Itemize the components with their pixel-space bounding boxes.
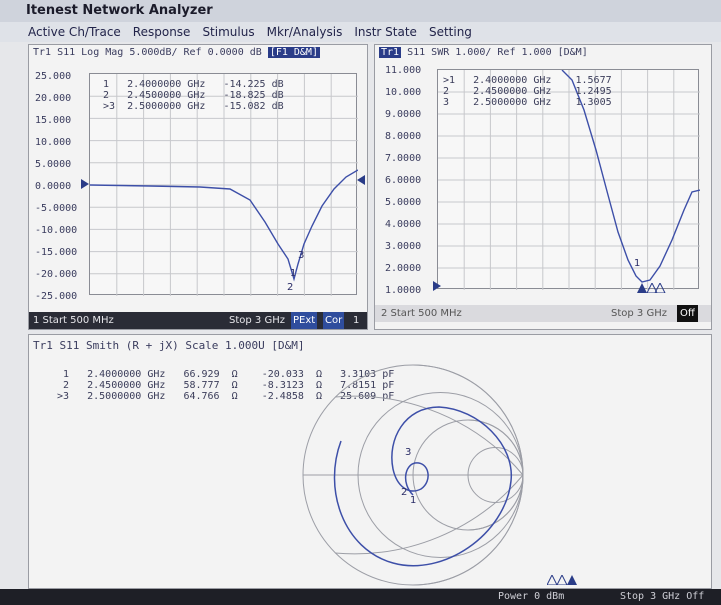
swr-marker-row: >1 2.4000000 GHz 1.5677 (443, 75, 612, 86)
swr-stop: Stop 3 GHz (611, 308, 667, 319)
swr-ref-arrow-icon (433, 281, 441, 291)
menu-setting[interactable]: Setting (429, 22, 472, 42)
logmag-footer: 1 Start 500 MHz Stop 3 GHz PExt Cor 1 (29, 312, 367, 329)
swr-y-label: 5.0000 (385, 197, 422, 208)
swr-y-label: 4.0000 (385, 219, 422, 230)
ref-arrow-right-icon (357, 175, 365, 185)
logmag-panel[interactable]: Tr1 S11 Log Mag 5.000dB/ Ref 0.0000 dB [… (28, 44, 368, 330)
logmag-y-label: -25.000 (35, 291, 78, 302)
analyzer-screen: Itenest Network Analyzer Active Ch/Trace… (0, 0, 721, 605)
menu-mkr-analysis[interactable]: Mkr/Analysis (267, 22, 343, 42)
status-bar: Power 0 dBm Stop 3 GHz Off (0, 589, 721, 605)
swr-marker-table: >1 2.4000000 GHz 1.5677 2 2.4500000 GHz … (443, 75, 612, 108)
swr-marker-row: 3 2.5000000 GHz 1.3005 (443, 97, 612, 108)
logmag-y-label: -20.000 (35, 269, 78, 280)
logmag-y-label: -15.000 (35, 247, 78, 258)
logmag-y-label: 10.000 (35, 137, 72, 148)
logmag-start: 1 Start 500 MHz (33, 315, 114, 326)
logmag-marker-row: 1 2.4000000 GHz -14.225 dB (103, 79, 284, 90)
menu-bar: Active Ch/Trace Response Stimulus Mkr/An… (0, 22, 721, 42)
ref-arrow-icon (81, 179, 89, 189)
swr-y-label: 3.0000 (385, 241, 422, 252)
pext-badge[interactable]: PExt (291, 312, 318, 329)
logmag-y-label: -10.000 (35, 225, 78, 236)
logmag-marker-row: >3 2.5000000 GHz -15.082 dB (103, 101, 284, 112)
smith-marker-3: 3 (405, 447, 412, 458)
menu-stimulus[interactable]: Stimulus (202, 22, 254, 42)
menu-active-ch-trace[interactable]: Active Ch/Trace (28, 22, 121, 42)
smith-chart (302, 364, 524, 586)
smith-trace (333, 406, 512, 567)
menu-response[interactable]: Response (133, 22, 191, 42)
menu-instr-state[interactable]: Instr State (354, 22, 417, 42)
swr-footer: 2 Start 500 MHz Stop 3 GHz Off (375, 305, 711, 322)
swr-header-text: S11 SWR 1.000/ Ref 1.000 [D&M] (407, 47, 588, 58)
swr-y-label: 9.0000 (385, 109, 422, 120)
cor-badge[interactable]: Cor (323, 312, 345, 329)
swr-y-label: 11.000 (385, 65, 422, 76)
logmag-y-label: -5.0000 (35, 203, 78, 214)
smith-marker-2: 2 (401, 487, 408, 498)
logmag-stop: Stop 3 GHz (229, 315, 285, 326)
logmag-header-text: Tr1 S11 Log Mag 5.000dB/ Ref 0.0000 dB (33, 47, 262, 58)
logmag-y-label: 5.0000 (35, 159, 72, 170)
logmag-marker-table: 1 2.4000000 GHz -14.225 dB 2 2.4500000 G… (103, 79, 284, 112)
power-readout: Power 0 dBm (498, 591, 565, 602)
swr-panel[interactable]: Tr1 S11 SWR 1.000/ Ref 1.000 [D&M] 1 11.… (374, 44, 712, 330)
logmag-marker-3: 3 (298, 250, 305, 261)
swr-marker-1: 1 (634, 258, 641, 269)
swr-y-label: 7.0000 (385, 153, 422, 164)
swr-y-label: 8.0000 (385, 131, 422, 142)
swr-y-label: 6.0000 (385, 175, 422, 186)
swr-y-label: 1.0000 (385, 285, 422, 296)
smith-header: Tr1 S11 Smith (R + jX) Scale 1.000U [D&M… (33, 339, 305, 352)
logmag-header-tag: [F1 D&M] (267, 47, 320, 58)
app-title: Itenest Network Analyzer (0, 0, 721, 22)
smith-marker-1: 1 (410, 495, 417, 506)
stop-readout: Stop 3 GHz Off (620, 591, 705, 602)
logmag-header: Tr1 S11 Log Mag 5.000dB/ Ref 0.0000 dB [… (33, 47, 320, 58)
swr-y-label: 10.000 (385, 87, 422, 98)
logmag-y-label: 25.000 (35, 71, 72, 82)
smith-panel[interactable]: Tr1 S11 Smith (R + jX) Scale 1.000U [D&M… (28, 334, 712, 589)
swr-start: 2 Start 500 MHz (381, 308, 462, 319)
channel-number: 1 (353, 315, 360, 326)
swr-marker-triangles-icon (637, 283, 666, 293)
logmag-marker-2: 2 (287, 282, 294, 293)
swr-y-label: 2.0000 (385, 263, 422, 274)
swr-marker-row: 2 2.4500000 GHz 1.2495 (443, 86, 612, 97)
logmag-marker-1: 1 (290, 268, 297, 279)
swr-header-tag: Tr1 (379, 47, 402, 58)
logmag-y-label: 15.000 (35, 115, 72, 126)
logmag-y-label: 0.0000 (35, 181, 72, 192)
logmag-y-label: 20.000 (35, 93, 72, 104)
swr-off-badge[interactable]: Off (677, 305, 698, 322)
swr-header: Tr1 S11 SWR 1.000/ Ref 1.000 [D&M] (379, 47, 588, 58)
logmag-marker-row: 2 2.4500000 GHz -18.825 dB (103, 90, 284, 101)
smith-marker-triangles-icon (547, 575, 577, 585)
